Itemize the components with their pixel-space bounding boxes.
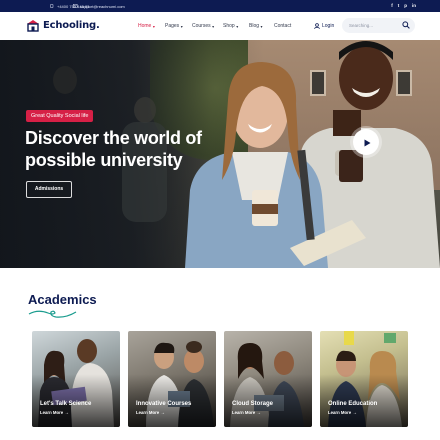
email-text: support@reachnumi.com — [80, 3, 125, 9]
chevron-down-icon: ▾ — [180, 23, 183, 29]
chevron-down-icon: ▾ — [212, 23, 215, 29]
nav-item-label: Contact — [274, 23, 292, 29]
login-label: Login — [322, 22, 335, 29]
play-video-button[interactable] — [353, 129, 379, 155]
learn-more-label: Learn More — [136, 410, 160, 415]
nav-item-label: Home — [138, 23, 152, 29]
nav-item-courses[interactable]: Courses ▾ — [192, 23, 223, 29]
logo-text: Echooling. — [43, 20, 100, 31]
nav-item-pages[interactable]: Pages ▾ — [165, 23, 192, 29]
learn-more-label: Learn More — [232, 410, 256, 415]
hero-headline-line: Discover the world of — [25, 128, 202, 148]
arrow-right-icon: → — [352, 410, 357, 415]
school-logo-icon — [27, 20, 39, 32]
course-card[interactable]: Cloud Storage Learn More → — [224, 331, 312, 427]
learn-more-link[interactable]: Learn More → — [136, 410, 165, 415]
card-title: Innovative Courses — [136, 401, 192, 407]
arrow-right-icon: → — [256, 410, 261, 415]
pinterest-icon[interactable]: p — [404, 3, 407, 8]
nav-item-home[interactable]: Home ▾ — [138, 23, 165, 29]
hero-banner: Great Quality Social life Discover the w… — [0, 40, 440, 268]
arrow-right-icon: → — [160, 410, 165, 415]
main-header: Echooling. Home ▾ Pages ▾ Courses ▾ Shop ▾ B… — [0, 12, 440, 40]
nav-item-blog[interactable]: Blog ▾ — [249, 23, 274, 29]
section-title: Academics — [28, 292, 97, 307]
nav-item-label: Blog — [249, 23, 260, 29]
card-title: Online Education — [328, 401, 378, 407]
nav-item-shop[interactable]: Shop ▾ — [223, 23, 249, 29]
play-icon — [364, 139, 371, 147]
nav-item-label: Courses — [192, 23, 211, 29]
learn-more-link[interactable]: Learn More → — [328, 410, 357, 415]
logo[interactable]: Echooling. — [26, 19, 100, 32]
search-icon[interactable] — [402, 21, 410, 29]
course-card[interactable]: Let's Talk Science Learn More → — [32, 331, 120, 427]
arrow-right-icon: → — [64, 410, 69, 415]
main-nav: Home ▾ Pages ▾ Courses ▾ Shop ▾ Blog ▾ Contac… — [138, 23, 291, 29]
twitter-icon[interactable]: t — [398, 3, 400, 8]
login-link[interactable]: Login — [314, 23, 334, 29]
card-title: Let's Talk Science — [40, 401, 92, 407]
facebook-icon[interactable]: f — [391, 3, 393, 8]
hero-badge: Great Quality Social life — [26, 110, 94, 122]
mail-icon — [73, 4, 78, 8]
search-input[interactable]: Searching... — [342, 18, 415, 33]
chevron-down-icon: ▾ — [260, 23, 263, 29]
card-title: Cloud Storage — [232, 401, 274, 407]
course-card[interactable]: Innovative Courses Learn More → — [128, 331, 216, 427]
top-bar: +4400 750 445 83 support@reachnumi.com f… — [0, 0, 440, 12]
learn-more-label: Learn More — [40, 410, 64, 415]
nav-item-label: Pages — [165, 23, 180, 29]
course-card[interactable]: Online Education Learn More → — [320, 331, 408, 427]
learn-more-label: Learn More — [328, 410, 352, 415]
chevron-down-icon: ▾ — [236, 23, 239, 29]
email-contact[interactable]: support@reachnumi.com — [73, 4, 125, 9]
admissions-button[interactable]: Admissions — [26, 181, 72, 198]
nav-item-label: Shop — [223, 23, 235, 29]
hero-headline: Discover the world of possible universit… — [25, 127, 225, 171]
search-placeholder: Searching... — [349, 22, 374, 28]
user-icon — [314, 22, 320, 29]
title-underline-icon — [28, 310, 77, 318]
hero-headline-line: possible university — [25, 150, 183, 170]
social-links: f t p in — [391, 3, 416, 8]
phone-icon — [50, 4, 54, 8]
learn-more-link[interactable]: Learn More → — [232, 410, 261, 415]
nav-item-contact[interactable]: Contact — [274, 23, 291, 29]
learn-more-link[interactable]: Learn More → — [40, 410, 69, 415]
linkedin-icon[interactable]: in — [412, 3, 416, 8]
chevron-down-icon: ▾ — [152, 23, 155, 29]
